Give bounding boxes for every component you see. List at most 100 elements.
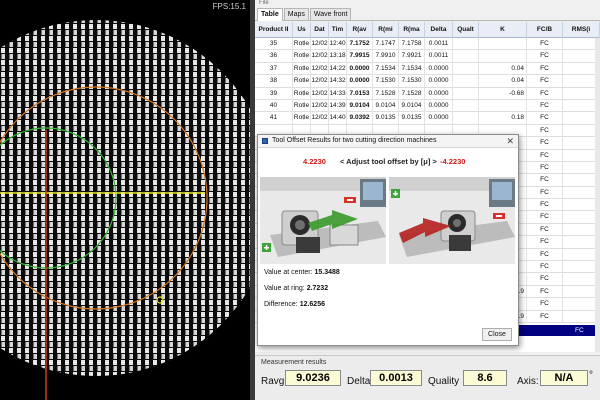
dialog-titlebar[interactable]: Tool Offset Results for two cutting dire… bbox=[258, 135, 518, 148]
table-cell: FC bbox=[527, 124, 563, 137]
table-cell: Rotle bbox=[293, 62, 311, 75]
delta-value: 0.0013 bbox=[370, 370, 422, 386]
table-cell bbox=[479, 38, 527, 50]
table-cell: Rotle bbox=[293, 99, 311, 112]
table-row[interactable]: 37 Rotle 12/02 14:22 0.0000 7.1534 7.1534 0.000… bbox=[255, 62, 600, 76]
table-cell: FC bbox=[527, 137, 563, 150]
column-header[interactable]: Tim bbox=[329, 22, 347, 38]
menu-file[interactable]: File bbox=[255, 0, 600, 8]
column-header[interactable]: Qualt bbox=[453, 22, 479, 38]
table-cell: 7.1747 bbox=[373, 38, 399, 50]
column-header[interactable]: Product II bbox=[255, 22, 293, 38]
selected-row-fcb: FC bbox=[575, 327, 584, 334]
axis-unit: ° bbox=[589, 370, 593, 381]
table-cell bbox=[453, 99, 479, 112]
table-cell: 0.0000 bbox=[425, 62, 453, 75]
table-cell: FC bbox=[527, 50, 563, 63]
table-cell: 7.1752 bbox=[347, 38, 373, 50]
table-cell bbox=[453, 38, 479, 50]
table-cell: FC bbox=[527, 211, 563, 224]
table-cell: 0.04 bbox=[479, 62, 527, 75]
tab-table[interactable]: Table bbox=[257, 8, 283, 21]
table-cell: 7.1530 bbox=[373, 75, 399, 88]
ring-value: 2.7232 bbox=[306, 285, 329, 292]
table-cell: 0.0000 bbox=[425, 112, 453, 125]
table-row[interactable]: 38 Rotle 12/02 14:32 0.0000 7.1530 7.1530 0.000… bbox=[255, 75, 600, 88]
machine-image-right bbox=[389, 177, 515, 264]
table-cell: Rotle bbox=[293, 75, 311, 88]
table-cell: 9.0392 bbox=[347, 112, 373, 125]
close-icon[interactable]: ✕ bbox=[506, 136, 514, 147]
column-header[interactable]: RMS(i bbox=[563, 22, 600, 38]
table-cell: FC bbox=[527, 75, 563, 88]
table-cell: 13:18 bbox=[329, 50, 347, 63]
table-row[interactable]: 40 Rotle 12/02 14:39 9.0104 9.0104 9.0104 0.000… bbox=[255, 99, 600, 113]
table-cell: 0.18 bbox=[479, 112, 527, 125]
tab-bar: Table Maps Wave front bbox=[255, 8, 600, 21]
table-cell: FC bbox=[527, 186, 563, 199]
table-cell: 40 bbox=[255, 99, 293, 112]
column-header[interactable]: K bbox=[479, 22, 527, 38]
table-header: Product II Us Dat Tim R(av R(mi R(ma Delta Qualt… bbox=[255, 22, 600, 38]
value-at-center: Value at center: 15.3488 bbox=[264, 269, 340, 276]
table-cell: FC bbox=[527, 62, 563, 75]
table-cell: FC bbox=[527, 273, 563, 286]
tab-maps[interactable]: Maps bbox=[283, 8, 309, 20]
table-scrollbar[interactable] bbox=[595, 38, 600, 352]
table-cell: 14:32 bbox=[329, 75, 347, 88]
table-cell: FC bbox=[527, 310, 563, 323]
table-cell: 7.9910 bbox=[373, 50, 399, 63]
table-cell: 14:33 bbox=[329, 87, 347, 100]
table-cell: Rotle bbox=[293, 50, 311, 63]
offset-left-value: 4.2230 bbox=[303, 157, 326, 166]
axis-value: N/A bbox=[540, 370, 588, 386]
table-row[interactable]: 36 Rotle 12/02 13:18 7.9915 7.9910 7.9921 0.001… bbox=[255, 50, 600, 63]
dialog-title: Tool Offset Results for two cutting dire… bbox=[272, 137, 437, 144]
table-cell bbox=[453, 75, 479, 88]
table-row[interactable]: 41 Rotle 12/02 14:40 9.0392 9.0135 9.0135 0.000… bbox=[255, 112, 600, 125]
table-cell: 12/02 bbox=[311, 112, 329, 125]
camera-view[interactable]: FPS:15.1 bbox=[0, 0, 250, 400]
column-header[interactable]: Us bbox=[293, 22, 311, 38]
table-cell: 9.0104 bbox=[399, 99, 425, 112]
axis-label: Axis: bbox=[517, 376, 539, 387]
table-row[interactable]: 35 Rotle 12/02 12:40 7.1752 7.1747 7.1758 0.001… bbox=[255, 38, 600, 51]
table-cell: 38 bbox=[255, 75, 293, 88]
table-cell: 14:39 bbox=[329, 99, 347, 112]
table-cell: 7.0153 bbox=[347, 87, 373, 100]
table-cell: FC bbox=[527, 174, 563, 187]
table-cell: Rotle bbox=[293, 87, 311, 100]
table-cell: FC bbox=[527, 285, 563, 298]
table-cell: 7.1534 bbox=[373, 62, 399, 75]
quality-value: 8.6 bbox=[463, 370, 507, 386]
table-cell: 0.0000 bbox=[425, 75, 453, 88]
table-cell: 0.0000 bbox=[347, 62, 373, 75]
table-row[interactable]: 39 Rotle 12/02 14:33 7.0153 7.1528 7.1528 0.000… bbox=[255, 87, 600, 100]
column-header[interactable]: R(ma bbox=[399, 22, 425, 38]
column-header[interactable]: Dat bbox=[311, 22, 329, 38]
table-cell: FC bbox=[527, 161, 563, 174]
column-header[interactable]: Delta bbox=[425, 22, 453, 38]
table-cell: 0.04 bbox=[479, 75, 527, 88]
column-header[interactable]: R(av bbox=[347, 22, 373, 38]
close-button[interactable]: Close bbox=[482, 328, 512, 341]
table-cell: 9.0135 bbox=[373, 112, 399, 125]
table-cell: 35 bbox=[255, 38, 293, 50]
fps-counter: FPS:15.1 bbox=[212, 2, 246, 11]
table-cell: 0.0011 bbox=[425, 50, 453, 63]
tab-wave-front[interactable]: Wave front bbox=[309, 8, 352, 20]
column-header[interactable]: FC/B bbox=[527, 22, 563, 38]
table-cell: 7.1528 bbox=[399, 87, 425, 100]
table-cell: FC bbox=[527, 261, 563, 274]
column-header[interactable]: R(mi bbox=[373, 22, 399, 38]
table-cell: 7.9915 bbox=[347, 50, 373, 63]
table-cell: 12/02 bbox=[311, 38, 329, 50]
center-label: Value at center: bbox=[264, 269, 313, 276]
table-cell bbox=[453, 50, 479, 63]
table-cell bbox=[479, 99, 527, 112]
table-cell: 7.1530 bbox=[399, 75, 425, 88]
table-cell: 0.0000 bbox=[347, 75, 373, 88]
table-cell: Rotle bbox=[293, 112, 311, 125]
table-cell: 9.0104 bbox=[373, 99, 399, 112]
table-cell: 0.0000 bbox=[425, 87, 453, 100]
